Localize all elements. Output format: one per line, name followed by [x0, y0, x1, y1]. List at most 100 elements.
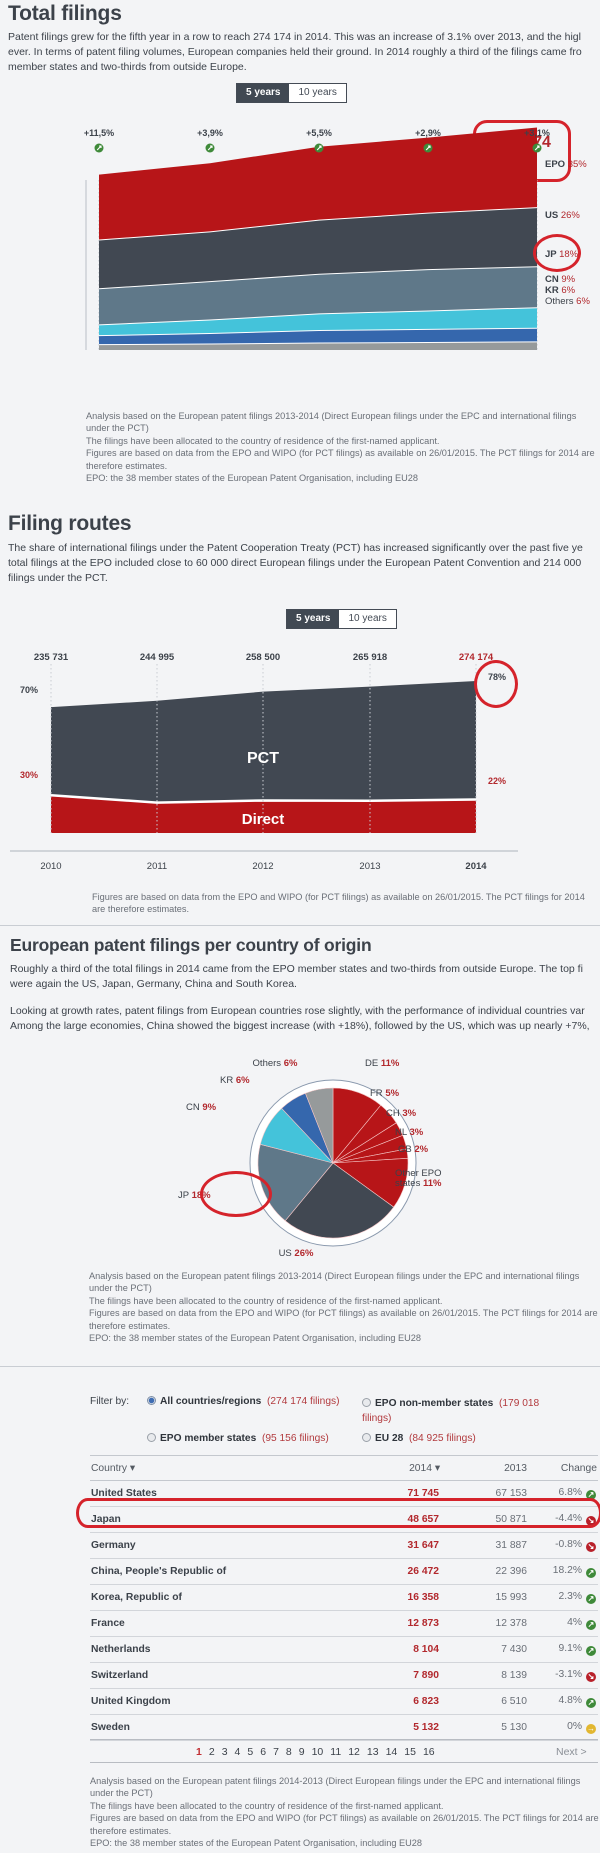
page-link[interactable]: 10 [312, 1746, 324, 1758]
filter-all-count: (274 174 filings) [267, 1396, 340, 1407]
page-link[interactable]: 8 [286, 1746, 292, 1758]
x-tick-label: 2010 [40, 861, 61, 872]
legend-label-kr: KR 6% [545, 285, 576, 296]
intro-line: Roughly a third of the total filings in … [10, 963, 583, 975]
table-row: China, People's Republic of 26 472 22 396 1… [90, 1558, 598, 1585]
cell-country: Switzerland [90, 1662, 360, 1689]
cell-change: -3.1% ↘ [528, 1662, 598, 1689]
next-page-link[interactable]: Next > [556, 1746, 587, 1758]
cell-2014: 6 823 [360, 1688, 440, 1715]
note-line: EPO: the 38 member states of the Europea… [89, 1333, 421, 1344]
radio-icon[interactable] [362, 1433, 371, 1442]
change-value: 0% [567, 1721, 582, 1732]
legend-share: 9% [561, 274, 575, 285]
cell-2013: 15 993 [440, 1584, 528, 1611]
intro-line: filings under the PCT. [8, 572, 108, 584]
growth-label: +5,5% [306, 128, 332, 138]
pie-label: Others 6% [253, 1058, 298, 1069]
filter-member[interactable]: EPO member states (95 156 filings) [147, 1433, 329, 1444]
page-link[interactable]: 7 [273, 1746, 279, 1758]
page-link[interactable]: 1 [196, 1746, 202, 1758]
toggle-10-years[interactable]: 10 years [289, 84, 346, 102]
pie-label-value: 9% [202, 1102, 216, 1113]
growth-label: +3,1% [524, 128, 550, 138]
pie-label-value: 3% [409, 1127, 423, 1138]
radio-selected-icon[interactable] [147, 1396, 156, 1405]
page-link[interactable]: 2 [209, 1746, 215, 1758]
change-value: -3.1% [555, 1669, 582, 1680]
total-label: 244 995 [140, 652, 175, 663]
radio-icon[interactable] [147, 1433, 156, 1442]
page-link[interactable]: 4 [235, 1746, 241, 1758]
direct-end-share: 22% [488, 776, 506, 786]
intro-spacer [10, 992, 590, 1004]
pie-label: CH 3% [386, 1108, 417, 1119]
cell-2014: 5 132 [360, 1714, 440, 1741]
table-row: Sweden 5 132 5 130 0% → [90, 1714, 598, 1741]
pie-label: NL 3% [395, 1127, 424, 1138]
pct-area-label: PCT [247, 750, 279, 767]
filter-all[interactable]: All countries/regions (274 174 filings) [147, 1396, 340, 1407]
trend-up-icon: ↗ [586, 1620, 596, 1630]
page-link[interactable]: 9 [299, 1746, 305, 1758]
col-country[interactable]: Country ▾ [90, 1455, 360, 1481]
page-link[interactable]: 16 [423, 1746, 435, 1758]
filter-non-member[interactable]: EPO non-member states (179 018 filings) [362, 1396, 562, 1426]
note-line: EPO: the 38 member states of the Europea… [90, 1838, 422, 1849]
cell-2014: 16 358 [360, 1584, 440, 1611]
trend-down-icon: ↘ [586, 1542, 596, 1552]
trend-up-icon: ↗ [586, 1568, 596, 1578]
pie-label-value: 3% [402, 1108, 416, 1119]
filter-eu28[interactable]: EU 28 (84 925 filings) [362, 1433, 476, 1444]
col-change: Change [528, 1455, 598, 1481]
toggle-5-years[interactable]: 5 years [287, 610, 340, 628]
growth-label: +11,5% [84, 128, 114, 138]
col-2014[interactable]: 2014 ▾ [360, 1455, 440, 1481]
pie-label: GB 2% [398, 1144, 429, 1155]
cell-2014: 7 890 [360, 1662, 440, 1689]
page-link[interactable]: 6 [260, 1746, 266, 1758]
growth-label: +3,9% [197, 128, 223, 138]
filing-routes-intro: The share of international filings under… [8, 541, 583, 586]
country-pie-chart: DE 11%FR 5%CH 3%NL 3%GB 2%Other EPOstate… [178, 1058, 442, 1259]
page-link[interactable]: 12 [348, 1746, 360, 1758]
cell-country: United Kingdom [90, 1688, 360, 1715]
pager-top-line [90, 1739, 598, 1740]
pie-label-value: 2% [414, 1144, 428, 1155]
filter-all-label: All countries/regions [160, 1396, 262, 1407]
cell-country: France [90, 1610, 360, 1637]
cell-country: Germany [90, 1532, 360, 1559]
filter-eu28-label: EU 28 [375, 1433, 404, 1444]
intro-line: ever. In terms of patent filing volumes,… [8, 46, 582, 58]
trend-up-icon: ↗ [586, 1698, 596, 1708]
radio-icon[interactable] [362, 1398, 371, 1407]
cell-change: -0.8% ↘ [528, 1532, 598, 1559]
cell-2014: 26 472 [360, 1558, 440, 1585]
legend-label-epo: EPO 35% [545, 159, 587, 170]
page-link[interactable]: 3 [222, 1746, 228, 1758]
pie-label-value: 6% [284, 1058, 298, 1069]
cell-2013: 12 378 [440, 1610, 528, 1637]
filing-routes-notes: Figures are based on data from the EPO a… [92, 891, 598, 916]
section-divider [0, 1366, 600, 1367]
legend-label-others: Others 6% [545, 296, 590, 307]
cell-change: 18.2% ↗ [528, 1558, 598, 1585]
cell-change: 0% → [528, 1714, 598, 1741]
direct-start-share: 30% [20, 770, 38, 780]
intro-line: member states and two-thirds from outsid… [8, 61, 247, 73]
toggle-5-years[interactable]: 5 years [237, 84, 290, 102]
page-link[interactable]: 13 [367, 1746, 379, 1758]
trend-down-icon: ↘ [586, 1672, 596, 1682]
col-2013: 2013 [440, 1455, 528, 1481]
change-value: 4.8% [558, 1695, 582, 1706]
page-link[interactable]: 14 [386, 1746, 398, 1758]
page-link[interactable]: 11 [330, 1746, 341, 1758]
pager-bottom-line [90, 1762, 598, 1763]
x-tick-label: 2014 [465, 861, 487, 872]
page-link[interactable]: 15 [404, 1746, 416, 1758]
toggle-10-years[interactable]: 10 years [339, 610, 396, 628]
note-line: The filings have been allocated to the c… [86, 435, 440, 446]
pie-label: states 11% [395, 1178, 442, 1189]
cell-change: 4% ↗ [528, 1610, 598, 1637]
page-link[interactable]: 5 [247, 1746, 253, 1758]
